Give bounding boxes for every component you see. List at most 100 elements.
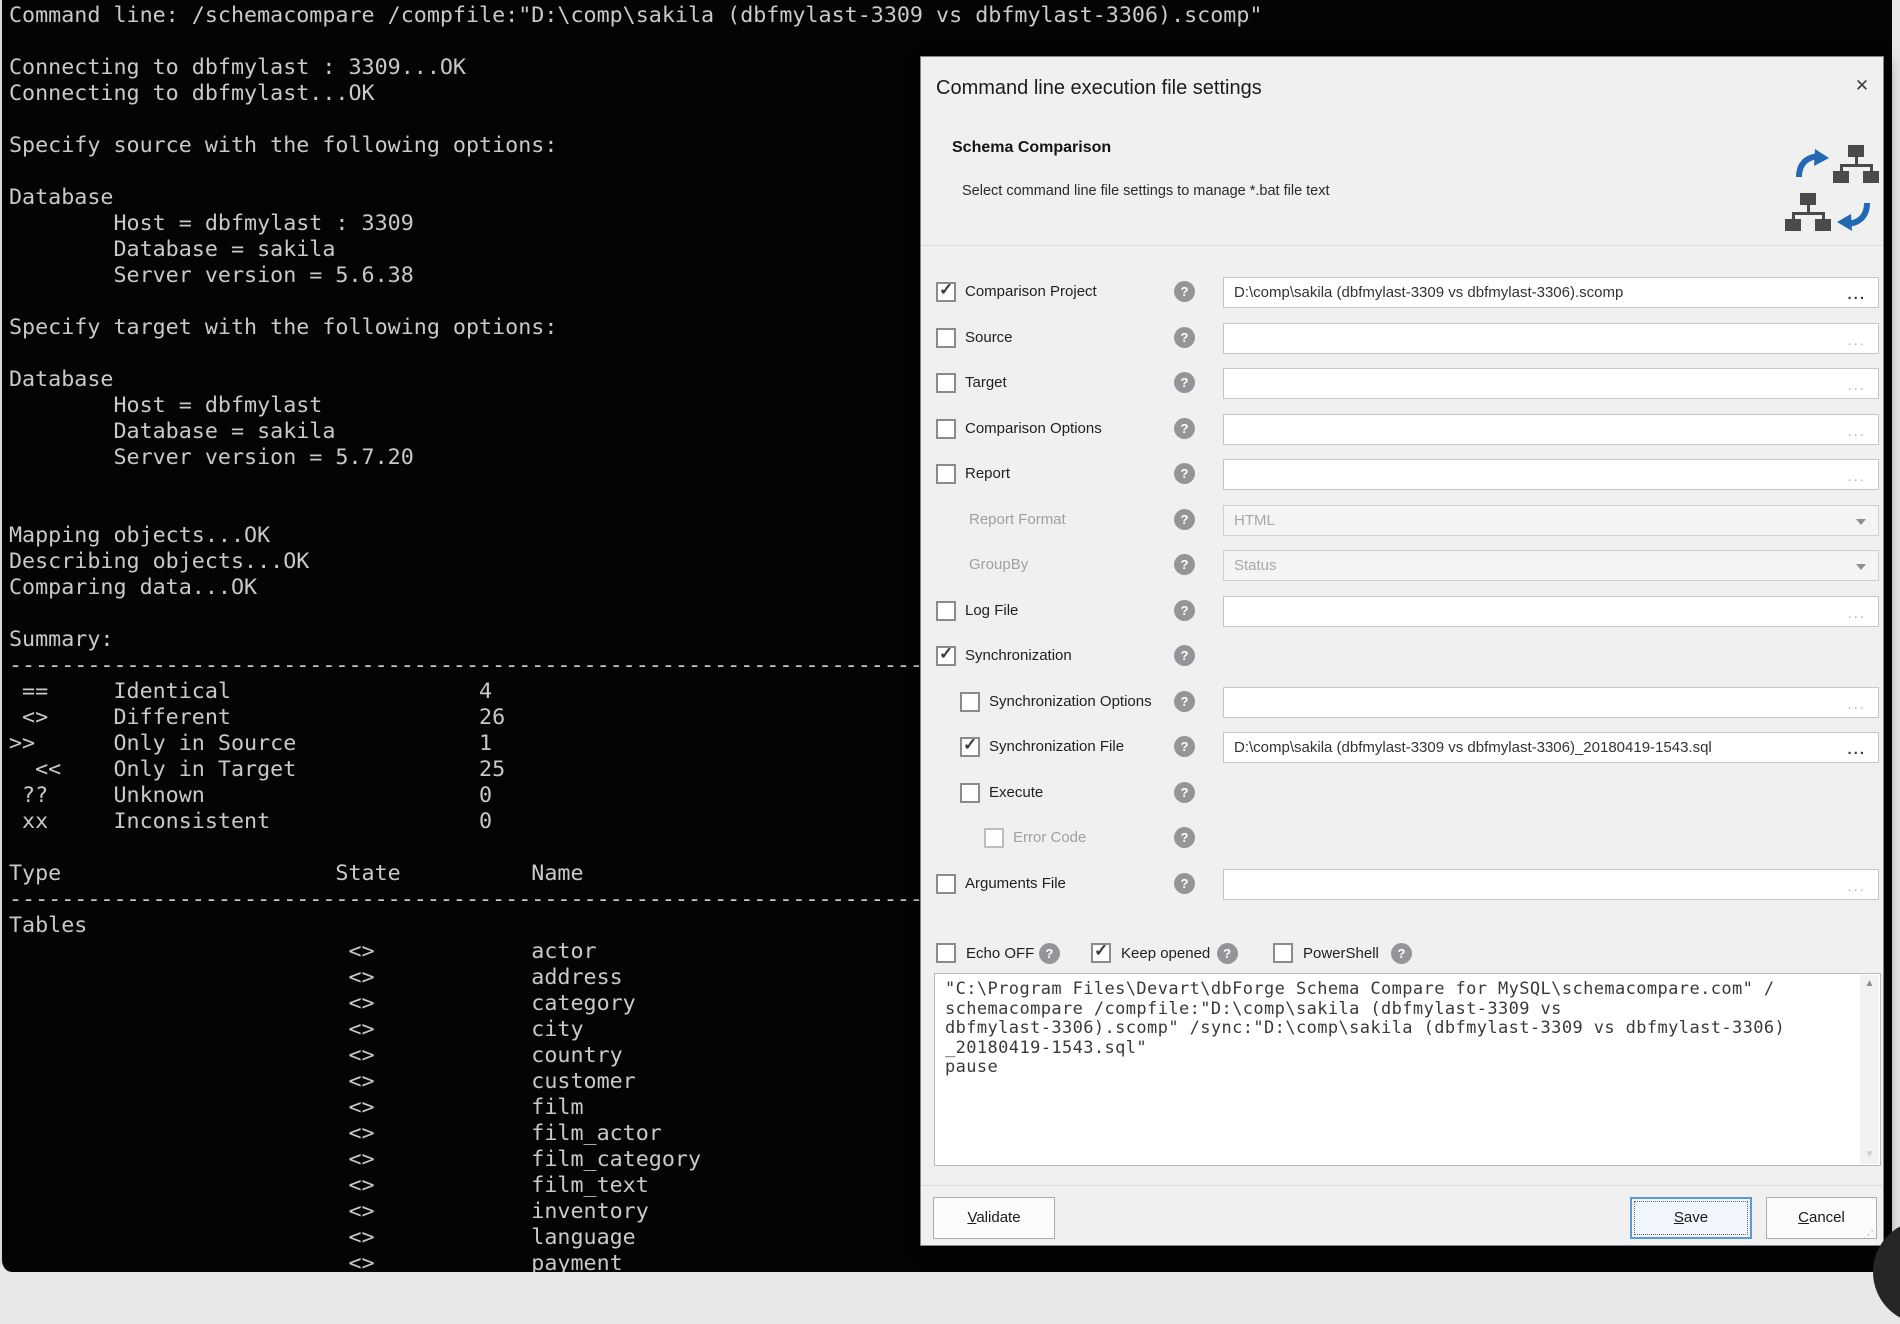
source-checkbox[interactable] — [936, 328, 956, 348]
log-file-checkbox[interactable] — [936, 601, 956, 621]
keep-opened-label: Keep opened — [1121, 945, 1210, 962]
bat-scrollbar[interactable]: ▲ ▼ — [1860, 975, 1879, 1164]
report-label: Report — [965, 465, 1010, 482]
resize-grip[interactable]: ⋰ — [1863, 1228, 1875, 1241]
comparison-options-browse-button: ... — [1847, 417, 1866, 445]
check-icon: ✓ — [963, 735, 977, 755]
arguments-file-help-icon[interactable]: ? — [1174, 873, 1195, 894]
synchronization-options-label: Synchronization Options — [989, 693, 1152, 710]
log-file-help-icon[interactable]: ? — [1174, 600, 1195, 621]
synchronization-file-checkbox[interactable]: ✓ — [960, 737, 980, 757]
execute-help-icon[interactable]: ? — [1174, 782, 1195, 803]
comparison-project-help-icon[interactable]: ? — [1174, 281, 1195, 302]
row-execute: Execute? — [921, 778, 1885, 809]
bat-text-box: "C:\Program Files\Devart\dbForge Schema … — [934, 973, 1881, 1166]
scroll-down-icon[interactable]: ▼ — [1860, 1146, 1879, 1164]
synchronization-file-browse-button[interactable]: ... — [1847, 735, 1866, 763]
error-code-checkbox — [984, 828, 1004, 848]
report-format-dropdown: HTML — [1223, 505, 1879, 536]
target-checkbox[interactable] — [936, 373, 956, 393]
report-format-help-icon[interactable]: ? — [1174, 509, 1195, 530]
comparison-options-label: Comparison Options — [965, 420, 1102, 437]
row-comparison-project: ✓ Comparison Project? D:\comp\sakila (dbfm… — [921, 277, 1885, 308]
schema-comparison-heading: Schema Comparison — [952, 139, 1111, 157]
report-format-dropdown-caret-icon — [1856, 519, 1866, 525]
target-label: Target — [965, 374, 1007, 391]
groupby-dropdown-caret-icon — [1856, 564, 1866, 570]
log-file-label: Log File — [965, 602, 1018, 619]
schema-compare-icon — [1785, 145, 1881, 242]
row-source: Source?... — [921, 323, 1885, 354]
check-icon: ✓ — [939, 644, 953, 664]
comparison-options-input: ... — [1223, 414, 1879, 445]
synchronization-file-label: Synchronization File — [989, 738, 1124, 755]
comparison-project-browse-button[interactable]: ... — [1847, 280, 1866, 308]
target-input: ... — [1223, 368, 1879, 399]
arguments-file-checkbox[interactable] — [936, 874, 956, 894]
source-browse-button: ... — [1847, 326, 1866, 354]
check-icon: ✓ — [939, 280, 953, 300]
synchronization-options-browse-button: ... — [1847, 690, 1866, 718]
synchronization-file-help-icon[interactable]: ? — [1174, 736, 1195, 757]
row-target: Target?... — [921, 368, 1885, 399]
comparison-options-checkbox[interactable] — [936, 419, 956, 439]
comparison-options-help-icon[interactable]: ? — [1174, 418, 1195, 439]
settings-dialog: Command line execution file settings ✕ S… — [920, 56, 1884, 1246]
row-groupby: GroupBy?Status — [921, 550, 1885, 581]
log-file-input: ... — [1223, 596, 1879, 627]
footer-divider — [921, 1185, 1883, 1186]
synchronization-label: Synchronization — [965, 647, 1072, 664]
keep-opened-checkbox[interactable]: ✓ — [1091, 943, 1111, 963]
arguments-file-browse-button: ... — [1847, 872, 1866, 900]
row-report: Report?... — [921, 459, 1885, 490]
report-help-icon[interactable]: ? — [1174, 463, 1195, 484]
source-help-icon[interactable]: ? — [1174, 327, 1195, 348]
echo-off-help-icon[interactable]: ? — [1039, 943, 1060, 964]
target-help-icon[interactable]: ? — [1174, 372, 1195, 393]
row-synchronization-file: ✓ Synchronization File? D:\comp\sakila (db… — [921, 732, 1885, 763]
report-checkbox[interactable] — [936, 464, 956, 484]
dialog-subtitle: Select command line file settings to man… — [962, 183, 1330, 199]
report-input: ... — [1223, 459, 1879, 490]
comparison-project-checkbox[interactable]: ✓ — [936, 282, 956, 302]
powershell-checkbox[interactable] — [1273, 943, 1293, 963]
synchronization-checkbox[interactable]: ✓ — [936, 646, 956, 666]
header-divider — [921, 245, 1883, 246]
log-file-browse-button: ... — [1847, 599, 1866, 627]
execute-checkbox[interactable] — [960, 783, 980, 803]
echo-off-label: Echo OFF — [966, 945, 1034, 962]
close-icon[interactable]: ✕ — [1849, 73, 1875, 99]
source-label: Source — [965, 329, 1013, 346]
echo-off-checkbox[interactable] — [936, 943, 956, 963]
synchronization-help-icon[interactable]: ? — [1174, 645, 1195, 666]
arguments-file-label: Arguments File — [965, 875, 1066, 892]
source-input: ... — [1223, 323, 1879, 354]
scroll-up-icon[interactable]: ▲ — [1860, 975, 1879, 993]
error-code-label: Error Code — [1013, 829, 1086, 846]
groupby-dropdown: Status — [1223, 550, 1879, 581]
row-comparison-options: Comparison Options?... — [921, 414, 1885, 445]
validate-button[interactable]: Validate — [933, 1197, 1055, 1239]
cancel-button[interactable]: Cancel — [1766, 1197, 1877, 1239]
row-report-format: Report Format?HTML — [921, 505, 1885, 536]
row-synchronization-options: Synchronization Options?... — [921, 687, 1885, 718]
save-button[interactable]: Save — [1630, 1197, 1752, 1239]
keep-opened-help-icon[interactable]: ? — [1217, 943, 1238, 964]
row-synchronization: ✓ Synchronization? — [921, 641, 1885, 672]
powershell-help-icon[interactable]: ? — [1391, 943, 1412, 964]
synchronization-options-checkbox[interactable] — [960, 692, 980, 712]
synchronization-options-help-icon[interactable]: ? — [1174, 691, 1195, 712]
synchronization-options-input: ... — [1223, 687, 1879, 718]
report-browse-button: ... — [1847, 462, 1866, 490]
row-error-code: Error Code? — [921, 823, 1885, 854]
groupby-help-icon[interactable]: ? — [1174, 554, 1195, 575]
comparison-project-input[interactable]: D:\comp\sakila (dbfmylast-3309 vs dbfmyl… — [1223, 277, 1879, 308]
arguments-file-input: ... — [1223, 869, 1879, 900]
comparison-project-label: Comparison Project — [965, 283, 1097, 300]
target-browse-button: ... — [1847, 371, 1866, 399]
execute-label: Execute — [989, 784, 1043, 801]
bat-file-text[interactable]: "C:\Program Files\Devart\dbForge Schema … — [945, 980, 1854, 1078]
row-arguments-file: Arguments File?... — [921, 869, 1885, 900]
error-code-help-icon[interactable]: ? — [1174, 827, 1195, 848]
synchronization-file-input[interactable]: D:\comp\sakila (dbfmylast-3309 vs dbfmyl… — [1223, 732, 1879, 763]
